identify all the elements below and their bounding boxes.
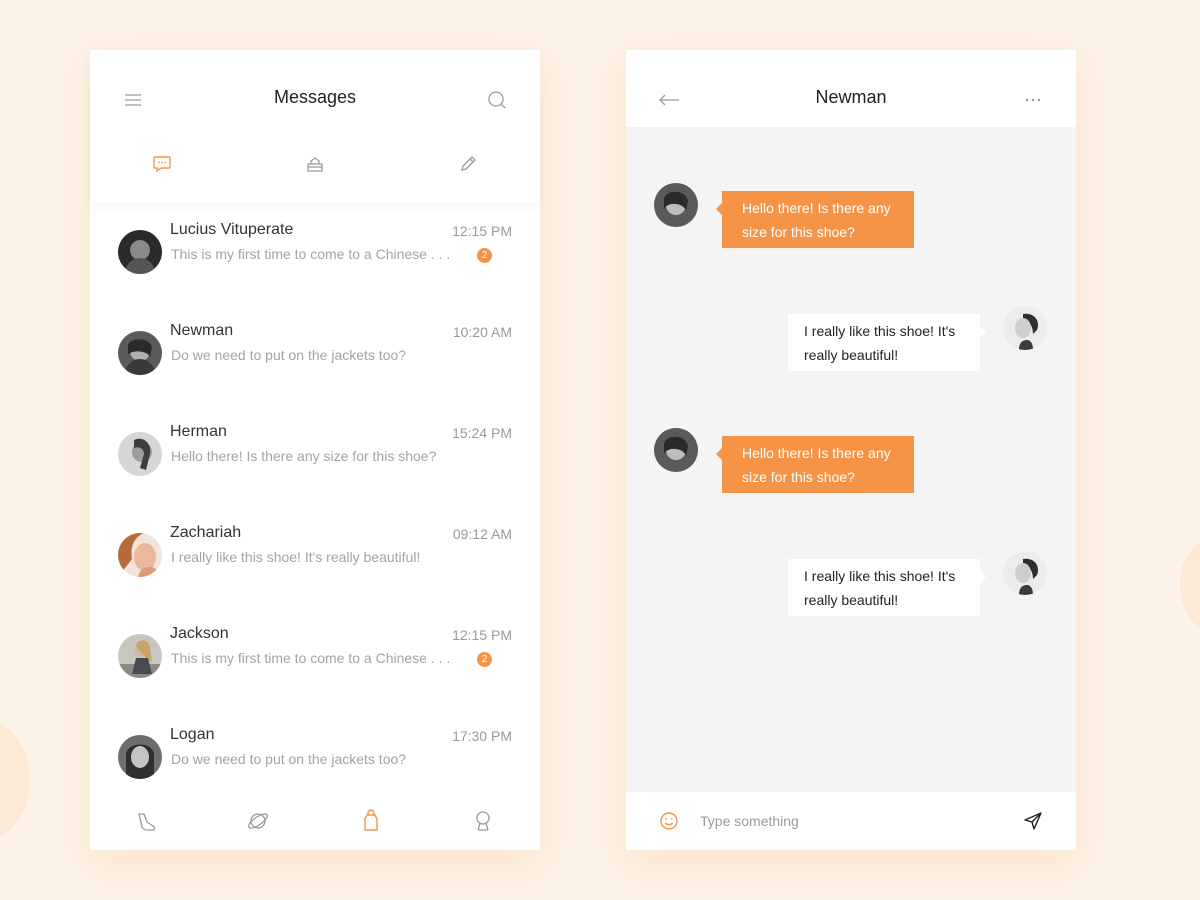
- messages-screen: Messages Lucius Vituperate 12:15 PM This…: [90, 50, 540, 850]
- message-time: 09:12 AM: [452, 526, 512, 542]
- message-text: Hello there! Is there any: [742, 200, 891, 216]
- message-preview: Do we need to put on the jackets too?: [171, 751, 407, 767]
- planet-icon[interactable]: [245, 808, 271, 834]
- message-time: 15:24 PM: [452, 425, 512, 441]
- contact-name: Lucius Vituperate: [170, 221, 294, 238]
- contact-name: Newman: [170, 322, 234, 339]
- avatar: [118, 533, 162, 577]
- message-preview: I really like this shoe! It's really bea…: [171, 549, 421, 565]
- message-preview: Hello there! Is there any size for this …: [171, 448, 437, 464]
- bag-icon[interactable]: [358, 808, 384, 834]
- message-time: 12:15 PM: [452, 223, 512, 239]
- conversation-item[interactable]: Newman 10:20 AM Do we need to put on the…: [90, 309, 540, 409]
- avatar: [654, 428, 698, 472]
- bottom-navigation: [90, 790, 540, 850]
- message-text: I really like this shoe! It's: [804, 568, 956, 584]
- avatar: [654, 183, 698, 227]
- message-text: really beautiful!: [804, 592, 899, 608]
- message-time: 17:30 PM: [452, 728, 512, 744]
- message-text: really beautiful!: [804, 347, 899, 363]
- message-text: I really like this shoe! It's: [804, 323, 956, 339]
- avatar: [118, 735, 162, 779]
- avatar: [118, 432, 162, 476]
- contact-name: Logan: [170, 726, 215, 743]
- conversation-item[interactable]: Lucius Vituperate 12:15 PM This is my fi…: [90, 208, 540, 308]
- chat-bubble-icon[interactable]: [150, 152, 174, 176]
- messages-header: Messages: [90, 50, 540, 202]
- background-decoration: [0, 720, 30, 840]
- chat-screen: Newman Hello there! Is there any size fo…: [626, 50, 1076, 850]
- pencil-icon[interactable]: [456, 152, 480, 176]
- more-icon[interactable]: [1021, 88, 1045, 112]
- page-title: Messages: [273, 87, 357, 107]
- message-text: size for this shoe?: [742, 469, 855, 485]
- message-preview: Do we need to put on the jackets too?: [171, 347, 407, 363]
- unread-badge: 2: [477, 248, 492, 263]
- send-icon[interactable]: [1021, 809, 1045, 833]
- search-icon[interactable]: [485, 88, 509, 112]
- avatar: [118, 634, 162, 678]
- message-bubble: I really like this shoe! It's really bea…: [788, 314, 986, 371]
- avatar: [1003, 551, 1047, 595]
- message-input[interactable]: [700, 809, 1000, 833]
- message-preview: This is my first time to come to a Chine…: [171, 650, 451, 666]
- shoe-icon[interactable]: [134, 808, 160, 834]
- message-time: 12:15 PM: [452, 627, 512, 643]
- emoji-icon[interactable]: [657, 809, 681, 833]
- avatar: [118, 230, 162, 274]
- profile-icon[interactable]: [470, 808, 496, 834]
- chat-header: Newman: [626, 50, 1076, 127]
- message-composer: [626, 792, 1076, 850]
- message-bubble: Hello there! Is there any size for this …: [716, 436, 914, 493]
- conversation-item[interactable]: Zachariah 09:12 AM I really like this sh…: [90, 511, 540, 611]
- contact-name: Herman: [170, 423, 227, 440]
- cake-icon[interactable]: [303, 152, 327, 176]
- contact-name: Jackson: [170, 625, 229, 642]
- unread-badge: 2: [477, 652, 492, 667]
- message-bubble: Hello there! Is there any size for this …: [716, 191, 914, 248]
- message-text: Hello there! Is there any: [742, 445, 891, 461]
- avatar: [1003, 306, 1047, 350]
- background-decoration: [1180, 540, 1200, 630]
- contact-name: Zachariah: [170, 524, 242, 541]
- message-text: size for this shoe?: [742, 224, 855, 240]
- message-time: 10:20 AM: [452, 324, 512, 340]
- chat-title: Newman: [815, 87, 887, 107]
- message-bubble: I really like this shoe! It's really bea…: [788, 559, 986, 616]
- conversation-item[interactable]: Jackson 12:15 PM This is my first time t…: [90, 612, 540, 712]
- avatar: [118, 331, 162, 375]
- message-preview: This is my first time to come to a Chine…: [171, 246, 451, 262]
- conversation-item[interactable]: Herman 15:24 PM Hello there! Is there an…: [90, 410, 540, 510]
